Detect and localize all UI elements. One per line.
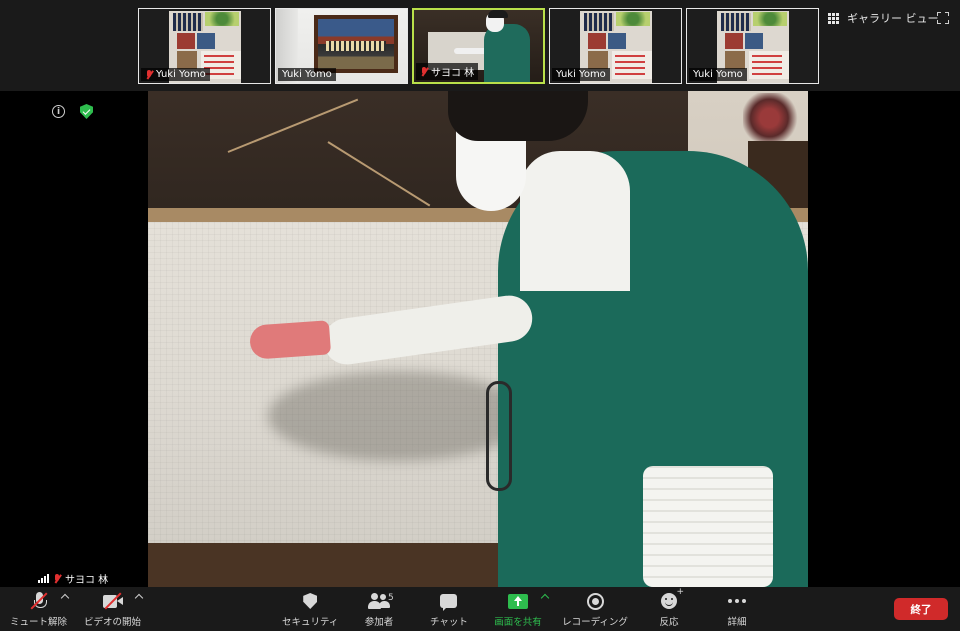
video-tile-5[interactable]: Yuki Yomo bbox=[686, 8, 819, 84]
more-button[interactable]: 詳細 bbox=[726, 591, 748, 628]
participant-name-tag: Yuki Yomo bbox=[278, 68, 336, 81]
mic-muted-icon bbox=[420, 66, 428, 77]
reactions-button[interactable]: + 反応 bbox=[658, 588, 684, 629]
video-feed bbox=[148, 91, 808, 587]
security-label: セキュリティ bbox=[282, 617, 339, 628]
top-strip: Yuki Yomo Yuki Yomo サヨコ 林 Yuki Yomo Yuki… bbox=[0, 0, 960, 91]
participant-name-tag: Yuki Yomo bbox=[689, 68, 747, 81]
unmute-label: ミュート解除 bbox=[10, 617, 68, 628]
share-options-chevron-icon[interactable] bbox=[540, 593, 550, 603]
record-icon bbox=[586, 592, 604, 610]
participants-label: 参加者 bbox=[364, 617, 394, 628]
more-dots-icon bbox=[728, 599, 746, 603]
share-screen-label: 画面を共有 bbox=[494, 617, 542, 628]
plus-icon: + bbox=[676, 587, 684, 597]
gallery-view-button[interactable]: ギャラリー ビュー bbox=[828, 10, 939, 26]
record-button[interactable]: レコーディング bbox=[562, 591, 628, 628]
security-shield-icon bbox=[303, 593, 318, 609]
mic-muted-icon bbox=[145, 69, 153, 80]
participant-name: Yuki Yomo bbox=[693, 69, 743, 80]
reaction-emoji-icon bbox=[661, 593, 677, 609]
participants-count: 5 bbox=[388, 593, 394, 603]
grid-icon bbox=[828, 12, 839, 24]
share-screen-button[interactable]: 画面を共有 bbox=[494, 591, 542, 628]
start-video-label: ビデオの開始 bbox=[84, 617, 142, 628]
video-tile-2[interactable]: Yuki Yomo bbox=[275, 8, 408, 84]
participant-name: Yuki Yomo bbox=[556, 69, 606, 80]
unmute-button[interactable]: ミュート解除 bbox=[10, 591, 67, 628]
thumbnail-strip: Yuki Yomo Yuki Yomo サヨコ 林 Yuki Yomo Yuki… bbox=[138, 8, 819, 84]
signal-strength-icon bbox=[38, 574, 49, 583]
participant-name: Yuki Yomo bbox=[282, 69, 332, 80]
participant-name-tag: Yuki Yomo bbox=[552, 68, 610, 81]
fullscreen-icon[interactable] bbox=[937, 12, 949, 24]
record-label: レコーディング bbox=[562, 617, 628, 628]
chat-label: チャット bbox=[430, 617, 468, 628]
participant-name: Yuki Yomo bbox=[156, 69, 206, 80]
start-video-button[interactable]: ビデオの開始 bbox=[84, 591, 141, 628]
mic-muted-icon bbox=[53, 573, 61, 584]
gallery-view-label: ギャラリー ビュー bbox=[847, 12, 939, 25]
participant-name-tag: Yuki Yomo bbox=[141, 68, 210, 81]
video-tile-1[interactable]: Yuki Yomo bbox=[138, 8, 271, 84]
chat-button[interactable]: チャット bbox=[430, 591, 468, 628]
share-screen-icon bbox=[508, 593, 528, 609]
participant-name: サヨコ 林 bbox=[431, 68, 475, 79]
participant-name-tag: サヨコ 林 bbox=[416, 63, 479, 80]
active-speaker-video bbox=[0, 91, 960, 587]
active-speaker-name: サヨコ 林 bbox=[65, 575, 109, 586]
security-button[interactable]: セキュリティ bbox=[282, 591, 338, 628]
more-label: 詳細 bbox=[727, 617, 747, 628]
meeting-toolbar: ミュート解除 ビデオの開始 セキュリティ 5 参加者 チャット 画面を共有 レコ… bbox=[0, 587, 960, 631]
active-speaker-label: サヨコ 林 bbox=[38, 571, 108, 586]
participants-icon bbox=[368, 593, 390, 609]
participants-button[interactable]: 5 参加者 bbox=[364, 591, 394, 628]
chat-bubble-icon bbox=[440, 594, 458, 611]
reactions-label: 反応 bbox=[659, 617, 679, 628]
info-icon[interactable]: i bbox=[52, 105, 65, 118]
end-meeting-button[interactable]: 終了 bbox=[894, 598, 948, 620]
video-tile-3-active-speaker[interactable]: サヨコ 林 bbox=[412, 8, 545, 84]
video-tile-4[interactable]: Yuki Yomo bbox=[549, 8, 682, 84]
